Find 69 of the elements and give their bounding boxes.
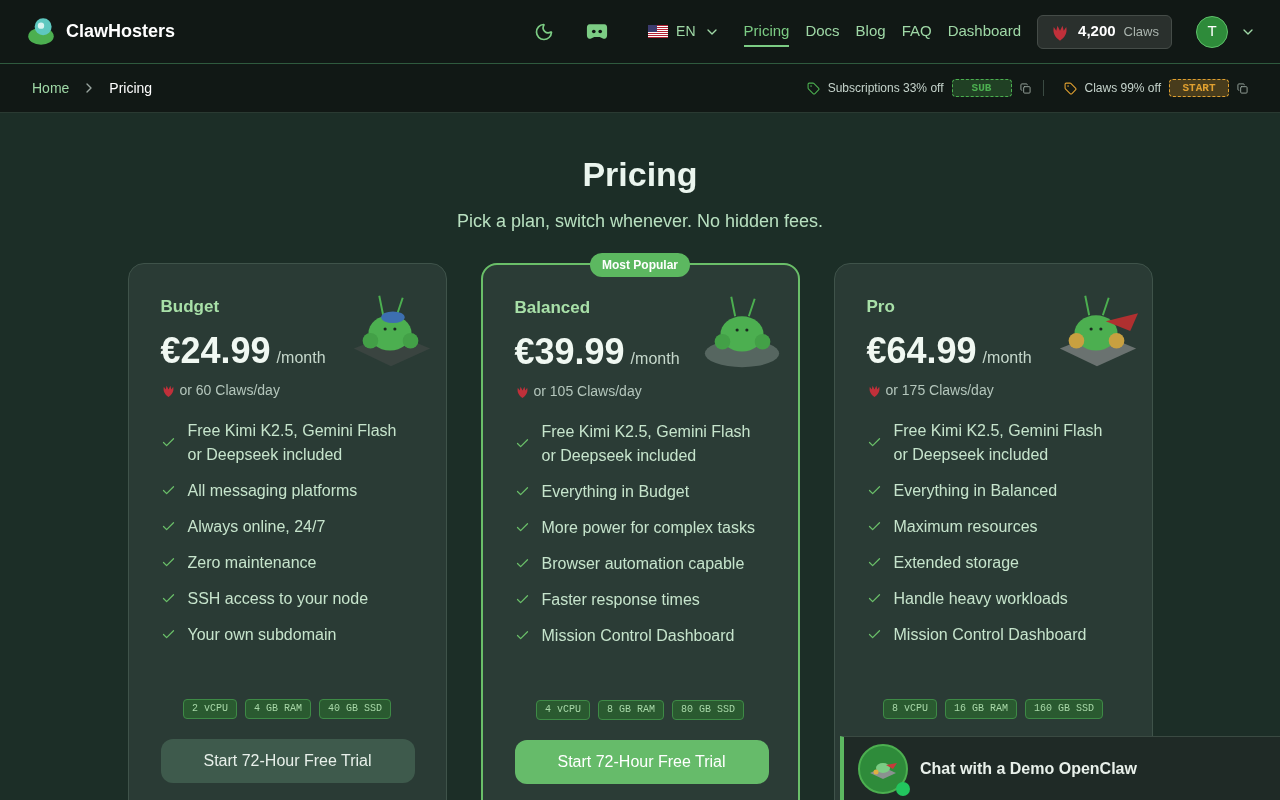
plan-price: €64.99 — [866, 328, 977, 373]
nav-link[interactable]: Dashboard — [947, 16, 1022, 47]
feature-text: Your own subdomain — [187, 624, 337, 645]
spec-chip: 16 GB RAM — [945, 698, 1017, 719]
popular-badge: Most Popular — [590, 253, 690, 277]
claws-price: or 60 Claws/day — [179, 380, 280, 400]
breadcrumb-link[interactable]: Home — [32, 77, 70, 99]
claws-balance-button[interactable]: 4,200 Claws — [1037, 14, 1172, 49]
spec-chip: 40 GB SSD — [319, 698, 391, 719]
feature-text: Everything in Budget — [541, 481, 690, 502]
feature-text: Free Kimi K2.5, Gemini Flash or Deepseek included — [187, 420, 398, 465]
spec-chip: 4 GB RAM — [245, 698, 311, 719]
page-title: Pricing — [582, 154, 698, 195]
feature-text: Mission Control Dashboard — [541, 625, 735, 646]
nav-link[interactable]: Pricing — [743, 16, 790, 47]
price-period: /month — [982, 347, 1032, 368]
nav-link[interactable]: Blog — [855, 16, 886, 47]
feature-text: Everything in Balanced — [893, 480, 1058, 501]
feature-text: SSH access to your node — [187, 588, 369, 609]
promo-label: Subscriptions 33% off — [827, 80, 944, 97]
feature-text: Extended storage — [893, 552, 1019, 573]
chat-label: Chat with a Demo OpenClaw — [920, 758, 1137, 779]
price-period: /month — [276, 347, 326, 368]
page-subtitle: Pick a plan, switch whenever. No hidden fees. — [456, 210, 824, 233]
feature-text: Free Kimi K2.5, Gemini Flash or Deepseek included — [893, 420, 1104, 465]
spec-chip: 2 vCPU — [182, 698, 237, 719]
spec-chip: 80 GB SSD — [672, 699, 744, 720]
balance-amount: 4,200 — [1078, 21, 1116, 42]
tag-icon — [806, 81, 820, 95]
claws-price: or 175 Claws/day — [885, 380, 994, 400]
feature-text: Always online, 24/7 — [187, 516, 326, 537]
promo-code[interactable]: SUB — [951, 79, 1012, 97]
price-period: /month — [630, 348, 680, 369]
demo-chat-panel[interactable]: Chat with a Demo OpenClaw — [840, 736, 1280, 800]
spec-chip: 8 vCPU — [882, 698, 937, 719]
feature-text: Zero maintenance — [187, 552, 317, 573]
moon-icon[interactable] — [534, 21, 555, 42]
feature-text: Browser automation capable — [541, 553, 745, 574]
promo-code[interactable]: START — [1169, 79, 1229, 97]
feature-text: Handle heavy workloads — [893, 588, 1068, 609]
nav-link[interactable]: FAQ — [901, 16, 932, 47]
feature-text: All messaging platforms — [187, 480, 358, 501]
feature-text: Free Kimi K2.5, Gemini Flash or Deepseek included — [541, 421, 752, 466]
plan-name: Balanced — [514, 297, 592, 319]
spec-chip: 8 GB RAM — [598, 699, 664, 720]
brand-name[interactable]: ClawHosters — [66, 18, 176, 45]
claws-price: or 105 Claws/day — [533, 381, 642, 401]
language-selector[interactable]: EN — [648, 21, 720, 42]
balance-unit: Claws — [1123, 22, 1159, 41]
avatar-button[interactable]: T — [1196, 15, 1228, 48]
copy-icon[interactable] — [1019, 82, 1031, 94]
copy-icon[interactable] — [1237, 82, 1248, 94]
feature-text: Maximum resources — [893, 516, 1038, 537]
chat-bubble-icon[interactable] — [586, 23, 609, 40]
flag-icon — [648, 25, 669, 38]
plan-name: Budget — [160, 296, 221, 318]
plan-name: Pro — [866, 296, 896, 318]
spec-chip: 160 GB SSD — [1025, 698, 1103, 719]
promo-label: Claws 99% off — [1084, 80, 1161, 97]
breadcrumb-link[interactable]: Pricing — [109, 77, 153, 99]
nav-link[interactable]: Docs — [805, 16, 840, 47]
free-trial-button[interactable]: Start 72-Hour Free Trial — [160, 738, 415, 783]
feature-text: Mission Control Dashboard — [893, 624, 1087, 645]
tag-icon — [1063, 81, 1077, 95]
plan-price: €39.99 — [514, 329, 625, 374]
spec-chip: 4 vCPU — [535, 699, 590, 720]
feature-text: More power for complex tasks — [541, 517, 755, 538]
feature-text: Faster response times — [541, 589, 700, 610]
plan-price: €24.99 — [160, 328, 271, 373]
